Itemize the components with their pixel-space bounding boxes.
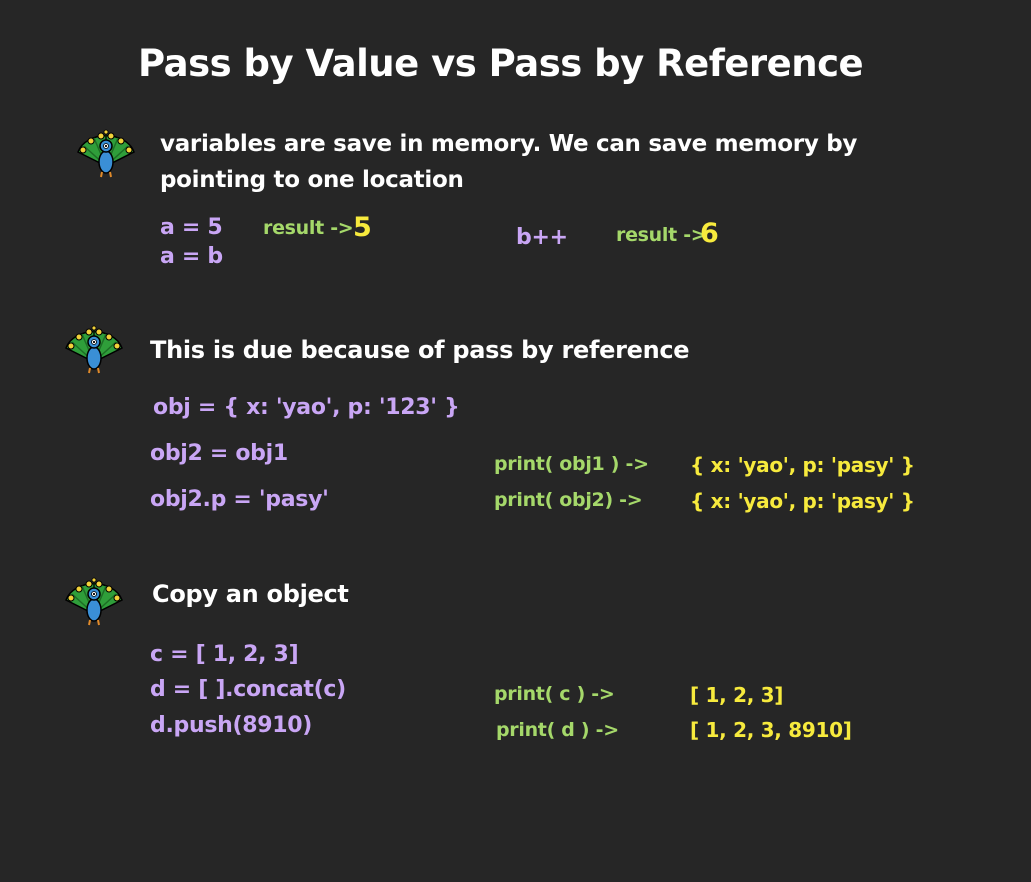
code-line-obj: obj = { x: 'yao', p: '123' } xyxy=(153,395,460,420)
intro-line-1: variables are save in memory. We can sav… xyxy=(160,131,858,157)
page-title: Pass by Value vs Pass by Reference xyxy=(138,42,864,85)
peacock-icon xyxy=(77,129,135,178)
print-c: print( c ) -> xyxy=(494,683,615,705)
print-d: print( d ) -> xyxy=(496,719,619,741)
code-line-c: c = [ 1, 2, 3] xyxy=(150,642,299,667)
intro-line-2: pointing to one location xyxy=(160,167,464,193)
print-obj2-result: { x: 'yao', p: 'pasy' } xyxy=(690,489,915,513)
print-c-result: [ 1, 2, 3] xyxy=(690,683,784,707)
print-d-result: [ 1, 2, 3, 8910] xyxy=(690,718,852,742)
code-line-obj2p: obj2.p = 'pasy' xyxy=(150,487,329,512)
code-line-push: d.push(8910) xyxy=(150,713,313,738)
result-value-1: 5 xyxy=(353,212,372,243)
code-line-ab: a = b xyxy=(160,244,223,269)
code-line-d: d = [ ].concat(c) xyxy=(150,677,346,702)
peacock-icon xyxy=(65,325,123,374)
result-label-1: result -> xyxy=(263,217,354,239)
code-line-a5: a = 5 xyxy=(160,215,223,240)
result-value-2: 6 xyxy=(700,218,719,249)
section-heading-copy: Copy an object xyxy=(152,580,349,608)
print-obj1: print( obj1 ) -> xyxy=(494,453,649,475)
print-obj2: print( obj2) -> xyxy=(494,489,643,511)
peacock-icon xyxy=(65,577,123,626)
section-heading-reference: This is due because of pass by reference xyxy=(150,336,690,364)
result-label-2: result -> xyxy=(616,224,707,246)
code-line-obj2: obj2 = obj1 xyxy=(150,441,288,466)
print-obj1-result: { x: 'yao', p: 'pasy' } xyxy=(690,453,915,477)
code-incr: b++ xyxy=(516,225,568,250)
